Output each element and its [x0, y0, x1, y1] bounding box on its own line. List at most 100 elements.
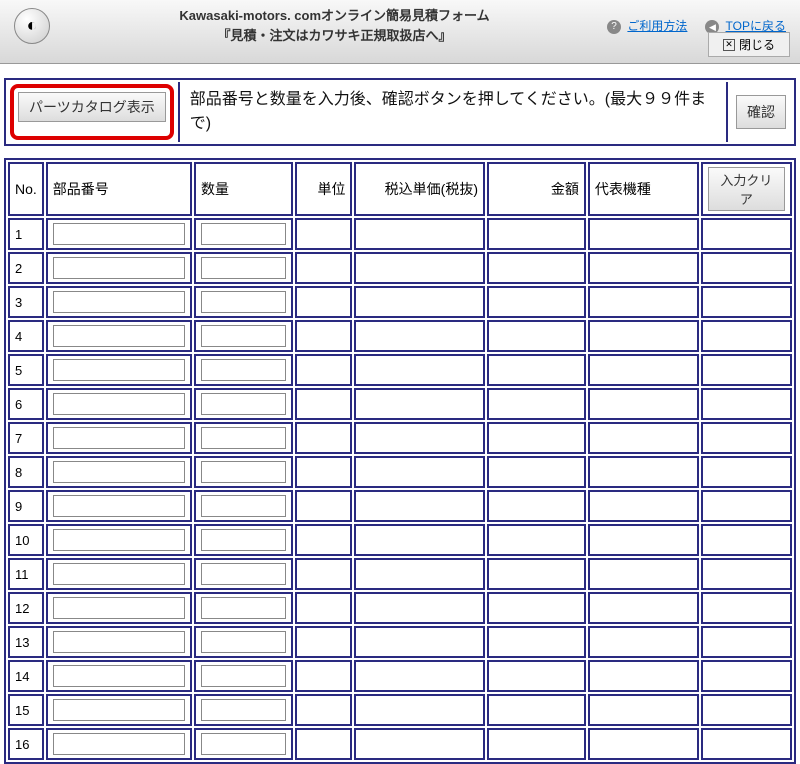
- cell-part: [46, 694, 192, 726]
- cell-qty: [194, 422, 293, 454]
- cell-price: [354, 388, 485, 420]
- cell-part: [46, 218, 192, 250]
- table-row: 3: [8, 286, 792, 318]
- cell-model: [588, 422, 699, 454]
- input-clear-button[interactable]: 入力クリア: [708, 167, 785, 211]
- table-row: 8: [8, 456, 792, 488]
- part-number-input[interactable]: [53, 529, 185, 551]
- table-row: 5: [8, 354, 792, 386]
- cell-qty: [194, 728, 293, 760]
- part-number-input[interactable]: [53, 631, 185, 653]
- cell-unit: [295, 626, 353, 658]
- cell-model: [588, 592, 699, 624]
- table-header-row: No. 部品番号 数量 単位 税込単価(税抜) 金額 代表機種 入力クリア: [8, 162, 792, 216]
- quantity-input[interactable]: [201, 495, 286, 517]
- cell-clear: [701, 694, 792, 726]
- cell-qty: [194, 626, 293, 658]
- part-number-input[interactable]: [53, 393, 185, 415]
- instruction-text: 部品番号と数量を入力後、確認ボタンを押してください。(最大９９件まで): [178, 82, 728, 142]
- quantity-input[interactable]: [201, 529, 286, 551]
- cell-clear: [701, 354, 792, 386]
- part-number-input[interactable]: [53, 597, 185, 619]
- part-number-input[interactable]: [53, 699, 185, 721]
- part-number-input[interactable]: [53, 223, 185, 245]
- cell-part: [46, 354, 192, 386]
- cell-no: 3: [8, 286, 44, 318]
- cell-model: [588, 286, 699, 318]
- cell-unit: [295, 320, 353, 352]
- table-row: 9: [8, 490, 792, 522]
- quantity-input[interactable]: [201, 325, 286, 347]
- usage-link[interactable]: ご利用方法: [627, 19, 687, 33]
- cell-amount: [487, 218, 586, 250]
- header-title: Kawasaki-motors. comオンライン簡易見積フォーム 『見積・注文…: [62, 6, 607, 45]
- cell-clear: [701, 286, 792, 318]
- cell-no: 2: [8, 252, 44, 284]
- th-amount: 金額: [487, 162, 586, 216]
- quantity-input[interactable]: [201, 631, 286, 653]
- part-number-input[interactable]: [53, 733, 185, 755]
- quantity-input[interactable]: [201, 699, 286, 721]
- part-number-input[interactable]: [53, 325, 185, 347]
- cell-clear: [701, 592, 792, 624]
- quantity-input[interactable]: [201, 223, 286, 245]
- quantity-input[interactable]: [201, 359, 286, 381]
- quantity-input[interactable]: [201, 563, 286, 585]
- part-number-input[interactable]: [53, 495, 185, 517]
- cell-amount: [487, 592, 586, 624]
- cell-model: [588, 252, 699, 284]
- top-link[interactable]: TOPに戻る: [726, 19, 786, 33]
- cell-unit: [295, 286, 353, 318]
- quantity-input[interactable]: [201, 257, 286, 279]
- cell-price: [354, 320, 485, 352]
- part-number-input[interactable]: [53, 291, 185, 313]
- cell-price: [354, 660, 485, 692]
- cell-amount: [487, 626, 586, 658]
- cell-part: [46, 524, 192, 556]
- close-label: 閉じる: [739, 36, 775, 53]
- parts-catalog-button[interactable]: パーツカタログ表示: [18, 92, 166, 122]
- quantity-input[interactable]: [201, 733, 286, 755]
- quantity-input[interactable]: [201, 291, 286, 313]
- part-number-input[interactable]: [53, 563, 185, 585]
- quantity-input[interactable]: [201, 393, 286, 415]
- part-number-input[interactable]: [53, 427, 185, 449]
- cell-amount: [487, 660, 586, 692]
- cell-model: [588, 218, 699, 250]
- cell-unit: [295, 422, 353, 454]
- part-number-input[interactable]: [53, 257, 185, 279]
- cell-part: [46, 490, 192, 522]
- table-row: 7: [8, 422, 792, 454]
- quantity-input[interactable]: [201, 597, 286, 619]
- cell-price: [354, 422, 485, 454]
- table-row: 12: [8, 592, 792, 624]
- cell-price: [354, 252, 485, 284]
- cell-unit: [295, 252, 353, 284]
- quantity-input[interactable]: [201, 461, 286, 483]
- cell-no: 4: [8, 320, 44, 352]
- quantity-input[interactable]: [201, 665, 286, 687]
- part-number-input[interactable]: [53, 461, 185, 483]
- cell-qty: [194, 558, 293, 590]
- close-button[interactable]: ✕ 閉じる: [708, 32, 790, 57]
- cell-no: 13: [8, 626, 44, 658]
- th-part-number: 部品番号: [46, 162, 192, 216]
- quantity-input[interactable]: [201, 427, 286, 449]
- part-number-input[interactable]: [53, 665, 185, 687]
- th-unit: 単位: [295, 162, 353, 216]
- confirm-button[interactable]: 確認: [736, 95, 786, 129]
- cell-amount: [487, 422, 586, 454]
- cell-clear: [701, 626, 792, 658]
- cell-no: 15: [8, 694, 44, 726]
- logo-icon: ◐: [14, 8, 50, 44]
- cell-price: [354, 456, 485, 488]
- cell-clear: [701, 388, 792, 420]
- cell-part: [46, 320, 192, 352]
- part-number-input[interactable]: [53, 359, 185, 381]
- parts-table: No. 部品番号 数量 単位 税込単価(税抜) 金額 代表機種 入力クリア 12…: [4, 158, 796, 764]
- cell-clear: [701, 660, 792, 692]
- table-row: 4: [8, 320, 792, 352]
- cell-part: [46, 728, 192, 760]
- cell-amount: [487, 354, 586, 386]
- cell-price: [354, 592, 485, 624]
